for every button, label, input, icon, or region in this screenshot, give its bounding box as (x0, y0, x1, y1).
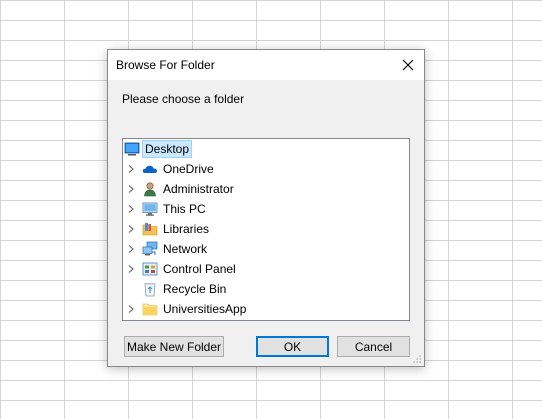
chevron-right-icon[interactable] (126, 304, 136, 314)
close-button[interactable] (392, 50, 424, 80)
tree-item-label: Network (163, 242, 208, 256)
resize-grip-icon[interactable] (412, 354, 422, 364)
cloud-icon (142, 161, 158, 177)
tree-item-onedrive[interactable]: OneDrive (123, 159, 409, 179)
browse-for-folder-dialog: Browse For Folder Please choose a folder… (107, 49, 425, 367)
libraries-icon (142, 221, 158, 237)
title-bar[interactable]: Browse For Folder (108, 50, 424, 80)
tree-item-recycle-bin[interactable]: Recycle Bin (123, 279, 409, 299)
tree-item-label: Control Panel (163, 262, 236, 276)
tree-item-network[interactable]: Network (123, 239, 409, 259)
tree-item-label: Recycle Bin (163, 282, 227, 296)
desktop-icon (124, 141, 140, 157)
tree-item-label: Desktop (142, 140, 193, 158)
tree-item-label: This PC (163, 202, 206, 216)
recycle-bin-icon (142, 281, 158, 297)
tree-item-administrator[interactable]: Administrator (123, 179, 409, 199)
tree-item-label: Libraries (163, 222, 210, 236)
ok-button[interactable]: OK (256, 336, 329, 357)
computer-icon (142, 201, 158, 217)
prompt-text: Please choose a folder (122, 92, 245, 106)
chevron-right-icon[interactable] (126, 204, 136, 214)
tree-item-desktop[interactable]: Desktop (123, 139, 409, 159)
chevron-right-icon[interactable] (126, 184, 136, 194)
make-new-folder-button[interactable]: Make New Folder (124, 336, 224, 357)
chevron-right-icon[interactable] (126, 224, 136, 234)
tree-item-universitiesapp[interactable]: UniversitiesApp (123, 299, 409, 319)
control-panel-icon (142, 261, 158, 277)
tree-item-libraries[interactable]: Libraries (123, 219, 409, 239)
tree-item-label: OneDrive (163, 162, 214, 176)
tree-item-control-panel[interactable]: Control Panel (123, 259, 409, 279)
chevron-right-icon[interactable] (126, 244, 136, 254)
chevron-right-icon[interactable] (126, 264, 136, 274)
user-icon (142, 181, 158, 197)
folder-tree[interactable]: Desktop OneDrive Administrator This PC L… (122, 138, 410, 321)
cancel-button[interactable]: Cancel (337, 336, 410, 357)
tree-item-this-pc[interactable]: This PC (123, 199, 409, 219)
tree-item-label: UniversitiesApp (163, 302, 247, 316)
close-icon (402, 59, 414, 71)
folder-icon (142, 301, 158, 317)
dialog-title: Browse For Folder (116, 58, 215, 72)
tree-item-label: Administrator (163, 182, 234, 196)
network-icon (142, 241, 158, 257)
chevron-right-icon[interactable] (126, 164, 136, 174)
